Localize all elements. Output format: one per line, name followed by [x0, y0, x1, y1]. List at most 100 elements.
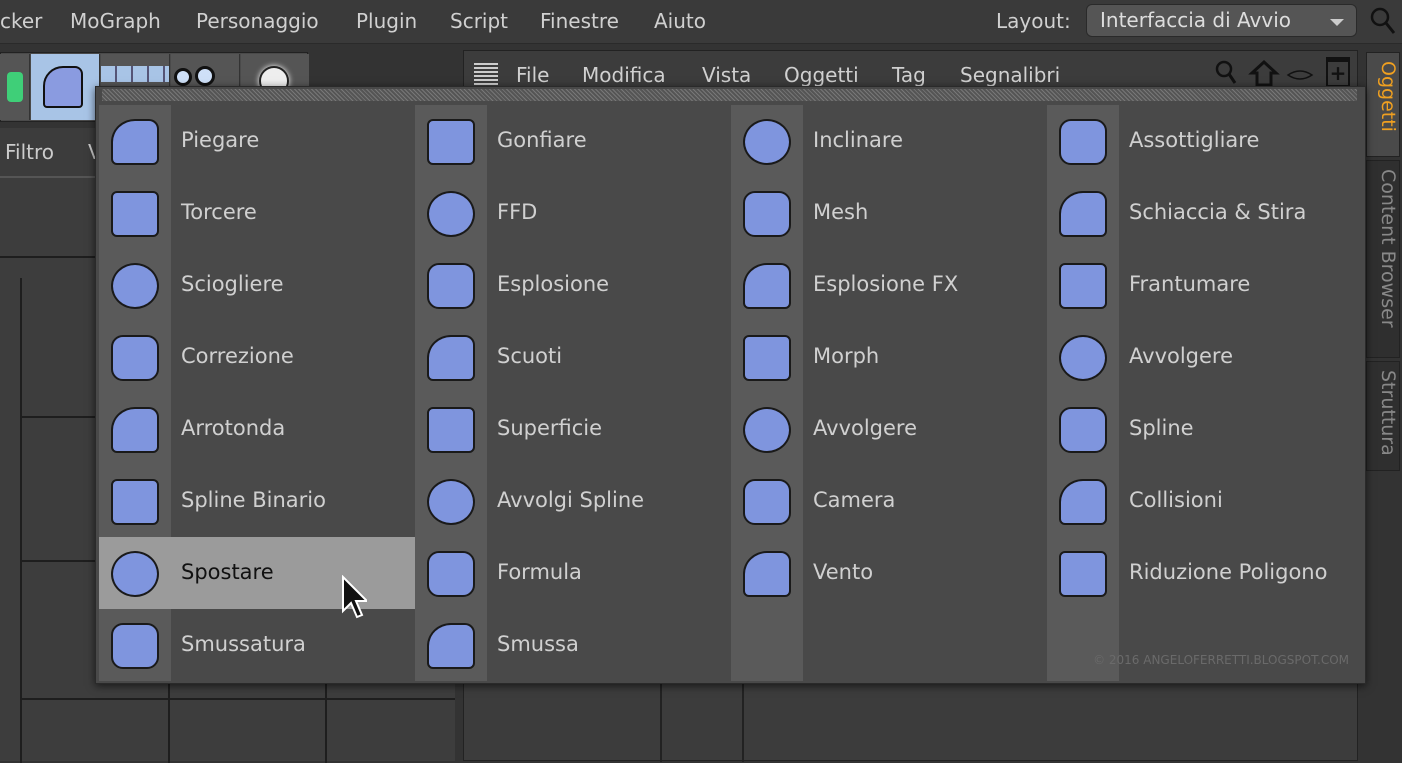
menu-item-label: Gonfiare	[497, 128, 587, 152]
menu-item-avvolgere[interactable]: Avvolgere	[1047, 321, 1363, 393]
menu-item-schiaccia-stira[interactable]: Schiaccia & Stira	[1047, 177, 1363, 249]
tab-oggetti[interactable]: Oggetti	[1366, 52, 1400, 157]
menu-item-smussatura[interactable]: Smussatura	[99, 609, 415, 681]
schiaccia-stira-icon	[1059, 191, 1107, 237]
tab-struttura[interactable]: Struttura	[1366, 361, 1400, 471]
om-menu-segnalibri[interactable]: Segnalibri	[960, 63, 1060, 87]
mograph-tool-button[interactable]	[0, 54, 30, 120]
menu-item-label: Torcere	[181, 200, 257, 224]
menu-item-spline[interactable]: Spline	[1047, 393, 1363, 465]
tab-content-browser[interactable]: Content Browser	[1366, 160, 1400, 358]
grid-icon[interactable]	[474, 63, 498, 85]
menu-item-frantumare[interactable]: Frantumare	[1047, 249, 1363, 321]
menu-item-collisioni[interactable]: Collisioni	[1047, 465, 1363, 537]
menu-item-superficie[interactable]: Superficie	[415, 393, 731, 465]
arrotonda-icon	[111, 407, 159, 453]
menu-item-avvolgi-spline[interactable]: Avvolgi Spline	[415, 465, 731, 537]
om-menu-oggetti[interactable]: Oggetti	[784, 63, 859, 87]
menu-item-label: Scuoti	[497, 344, 563, 368]
smussatura-icon	[111, 623, 159, 669]
menu-item-spostare[interactable]: Spostare	[99, 537, 415, 609]
home-icon	[1248, 59, 1280, 87]
copyright-watermark: © 2016 ANGELOFERRETTI.BLOGSPOT.COM	[1093, 653, 1349, 667]
om-menu-modifica[interactable]: Modifica	[582, 63, 666, 87]
ffd-icon	[427, 191, 475, 237]
menu-item-inclinare[interactable]: Inclinare	[731, 105, 1047, 177]
menu-item-label: Sciogliere	[181, 272, 284, 296]
om-menu-file[interactable]: File	[516, 63, 549, 87]
menu-item-label: Superficie	[497, 416, 603, 440]
menu-gripper[interactable]	[102, 89, 1357, 101]
menu-item-arrotonda[interactable]: Arrotonda	[99, 393, 415, 465]
camera-icon	[743, 479, 791, 525]
assottigliare-icon	[1059, 119, 1107, 165]
menu-finestre[interactable]: Finestre	[540, 9, 619, 33]
spostare-icon	[111, 551, 159, 597]
menu-item-label: Esplosione FX	[813, 272, 959, 296]
menu-plugin[interactable]: Plugin	[356, 9, 417, 33]
esplosione-fx-icon	[743, 263, 791, 309]
search-icon[interactable]	[1370, 6, 1396, 36]
menu-item-ffd[interactable]: FFD	[415, 177, 731, 249]
menu-item-smussa[interactable]: Smussa	[415, 609, 731, 681]
correzione-icon	[111, 335, 159, 381]
esplosione-icon	[427, 263, 475, 309]
menu-item-morph[interactable]: Morph	[731, 321, 1047, 393]
menu-item-piegare[interactable]: Piegare	[99, 105, 415, 177]
menu-personaggio[interactable]: Personaggio	[196, 9, 319, 33]
menu-item-vento[interactable]: Vento	[731, 537, 1047, 609]
deformer-popup-menu: Piegare Torcere Sciogliere Correzione Arroto…	[95, 86, 1366, 684]
menu-item-esplosione-fx[interactable]: Esplosione FX	[731, 249, 1047, 321]
side-tabs: Oggetti Content Browser Struttura	[1364, 52, 1402, 472]
menu-item-assottigliare[interactable]: Assottigliare	[1047, 105, 1363, 177]
menu-item-avvolgere[interactable]: Avvolgere	[731, 393, 1047, 465]
om-menu-vista[interactable]: Vista	[702, 63, 751, 87]
gonfiare-icon	[427, 119, 475, 165]
new-object-icon[interactable]: +	[1326, 57, 1350, 87]
menu-item-scuoti[interactable]: Scuoti	[415, 321, 731, 393]
menu-item-formula[interactable]: Formula	[415, 537, 731, 609]
menu-item-mesh[interactable]: Mesh	[731, 177, 1047, 249]
formula-icon	[427, 551, 475, 597]
menu-item-label: Mesh	[813, 200, 869, 224]
menu-item-correzione[interactable]: Correzione	[99, 321, 415, 393]
menu-item-spline-binario[interactable]: Spline Binario	[99, 465, 415, 537]
menu-item-label: Assottigliare	[1129, 128, 1260, 152]
menu-item-label: Avvolgere	[1129, 344, 1234, 368]
menu-item-camera[interactable]: Camera	[731, 465, 1047, 537]
collisioni-icon	[1059, 479, 1107, 525]
menu-item-label: Spostare	[181, 560, 274, 584]
filter-menu[interactable]: Filtro	[5, 140, 54, 164]
om-toolbar-icons	[1215, 59, 1314, 87]
layout-select[interactable]: Interfaccia di Avvio	[1086, 4, 1357, 37]
menu-item-gonfiare[interactable]: Gonfiare	[415, 105, 731, 177]
menu-character[interactable]: cker	[0, 9, 42, 33]
menu-item-riduzione-poligono[interactable]: Riduzione Poligono	[1047, 537, 1363, 609]
superficie-icon	[427, 407, 475, 453]
eye-icon	[1286, 70, 1314, 80]
inclinare-icon	[743, 119, 791, 165]
menu-item-label: Formula	[497, 560, 582, 584]
mouse-cursor-icon	[342, 575, 367, 619]
menu-aiuto[interactable]: Aiuto	[654, 9, 706, 33]
menu-item-sciogliere[interactable]: Sciogliere	[99, 249, 415, 321]
menu-item-label: Correzione	[181, 344, 294, 368]
menu-item-label: Camera	[813, 488, 896, 512]
menu-item-label: Inclinare	[813, 128, 903, 152]
riduzione-poligono-icon	[1059, 551, 1107, 597]
menu-item-label: Morph	[813, 344, 880, 368]
mesh-icon	[743, 191, 791, 237]
scuoti-icon	[427, 335, 475, 381]
om-menu-tag[interactable]: Tag	[892, 63, 926, 87]
menu-mograph[interactable]: MoGraph	[70, 9, 161, 33]
avvolgere-icon	[1059, 335, 1107, 381]
spline-binario-icon	[111, 479, 159, 525]
menu-item-label: Avvolgi Spline	[497, 488, 645, 512]
menu-item-label: Schiaccia & Stira	[1129, 200, 1307, 224]
deformer-tool-button[interactable]	[31, 54, 100, 120]
menu-item-esplosione[interactable]: Esplosione	[415, 249, 731, 321]
menu-item-torcere[interactable]: Torcere	[99, 177, 415, 249]
sciogliere-icon	[111, 263, 159, 309]
menu-script[interactable]: Script	[450, 9, 508, 33]
menu-item-label: Spline	[1129, 416, 1194, 440]
